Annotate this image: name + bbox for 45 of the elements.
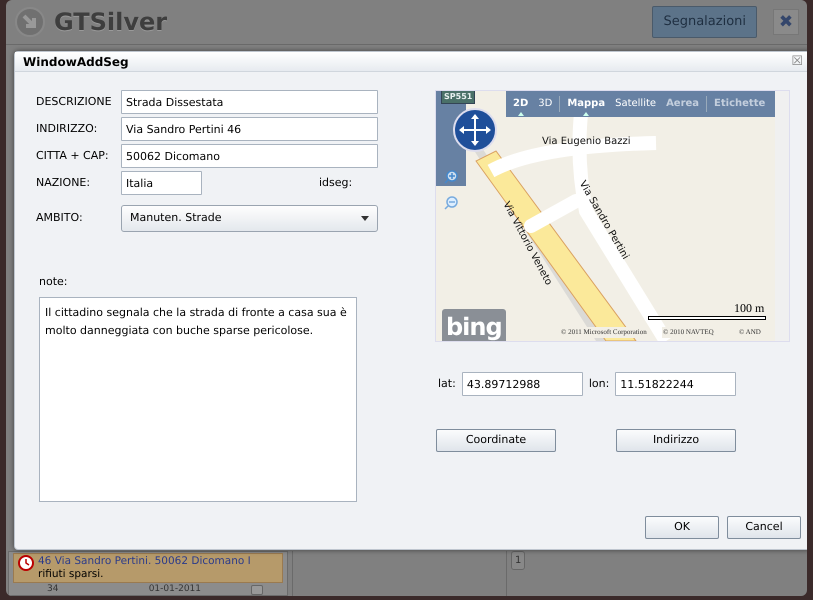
logo-icon: [14, 6, 46, 38]
pan-control-icon[interactable]: [453, 108, 497, 152]
text-field[interactable]: 50062 Dicomano: [121, 144, 378, 168]
note-label: note:: [39, 274, 68, 290]
dialog-title: WindowAddSeg: [23, 54, 129, 70]
scrollbar[interactable]: [775, 91, 789, 341]
action-button[interactable]: Coordinate: [436, 429, 556, 452]
map-tab[interactable]: 3D: [535, 91, 556, 117]
item-link[interactable]: 46 Via Sandro Pertini. 50062 Dicomano I: [38, 555, 251, 568]
map-tab[interactable]: 2D: [510, 91, 532, 117]
field-label: CITTA + CAP:: [36, 148, 110, 164]
app-title: GTSilver: [54, 7, 168, 38]
field-label: INDIRIZZO:: [36, 120, 98, 137]
zoom-in-icon[interactable]: [444, 170, 458, 184]
lat-field[interactable]: 43.89712988: [462, 372, 583, 396]
lat-label: lat:: [438, 376, 456, 392]
lon-label: lon:: [588, 376, 610, 392]
lon-field[interactable]: 11.51822244: [615, 372, 736, 396]
street-label: Via Eugenio Bazzi: [542, 135, 631, 149]
scale-label: 100 m: [734, 300, 764, 317]
map-logo: bing: [442, 309, 506, 341]
ambito-dropdown[interactable]: Manuten. Strade: [121, 205, 378, 232]
map-tab[interactable]: Satellite: [612, 91, 660, 117]
idseg-label: idseg:: [319, 174, 352, 191]
field-label: AMBITO:: [36, 210, 84, 226]
text-field[interactable]: Via Sandro Pertini 46: [121, 117, 378, 141]
item-id: 34: [47, 583, 58, 596]
zoom-out-icon[interactable]: [444, 196, 458, 210]
caret-icon: [361, 216, 369, 221]
field-label: NAZIONE:: [36, 174, 92, 191]
road-sign: SP551: [441, 91, 476, 104]
clock-icon: [18, 555, 34, 571]
field-label: DESCRIZIONE: [36, 94, 113, 110]
item-date: 01-01-2011: [148, 583, 201, 596]
map-tab[interactable]: Mappa: [564, 91, 608, 117]
dialog-button[interactable]: Cancel: [727, 516, 801, 539]
list-item[interactable]: 46 Via Sandro Pertini. 50062 Dicomano I rifiuti sparsi.: [13, 553, 283, 583]
text-field[interactable]: Italia: [121, 171, 202, 195]
item-checkbox[interactable]: [251, 584, 263, 595]
text-field[interactable]: Strada Dissestata: [121, 90, 378, 114]
item-text: rifiuti sparsi.: [38, 568, 104, 581]
note-field[interactable]: Il cittadino segnala che la strada di fronte a casa sua è molto danneggiata con buche sparse pericolose.: [39, 296, 357, 502]
page-button[interactable]: 1: [511, 551, 526, 570]
dialog-button[interactable]: OK: [645, 516, 719, 539]
action-button[interactable]: Indirizzo: [616, 429, 736, 452]
